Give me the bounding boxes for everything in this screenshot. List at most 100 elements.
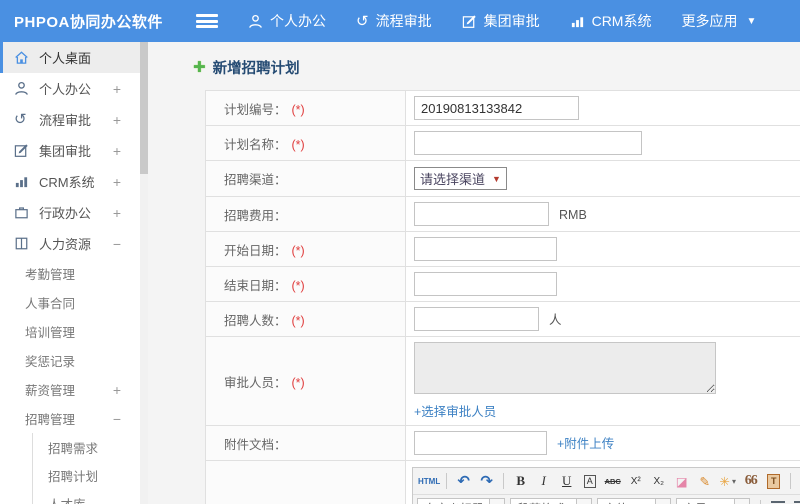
form-row-start-date: 开始日期： (*) xyxy=(205,231,800,267)
sidebar-item-reward-records[interactable]: 奖惩记录 xyxy=(0,346,148,375)
underline-icon[interactable]: U xyxy=(556,471,577,492)
expand-toggle-icon[interactable]: + xyxy=(112,143,122,159)
sidebar-item-salary-mgmt[interactable]: 薪资管理 + xyxy=(0,375,148,404)
form-row-attachment: 附件文档： +附件上传 xyxy=(205,425,800,461)
html-source-button[interactable]: HTML xyxy=(418,471,440,492)
form-row-plan-number: 计划编号： (*) xyxy=(205,90,800,126)
sidebar-item-group-approval[interactable]: 集团审批 + xyxy=(0,135,148,166)
sidebar-item-personal-desktop[interactable]: 个人桌面 xyxy=(0,42,148,73)
field-label xyxy=(205,460,406,504)
sidebar-item-training-mgmt[interactable]: 培训管理 xyxy=(0,317,148,346)
bold-icon[interactable]: B xyxy=(510,471,531,492)
add-icon: ✚ xyxy=(193,59,206,76)
admin-office-icon xyxy=(14,205,31,220)
field-label: 招聘渠道： xyxy=(205,160,406,197)
toolbar-separator xyxy=(446,473,448,489)
eraser-icon[interactable]: ◪ xyxy=(671,471,692,492)
sidebar: 个人桌面 个人办公 + ↺ 流程审批 + 集团审批 + CRM系统 + 行政办公 + 人力资源 − 考勤管理… xyxy=(0,42,148,504)
field-cell: HTML↶↷BIUAABCX²X₂◪✎✳▾66TA▾ab▾▦自定义标题▼段落格式… xyxy=(405,460,800,504)
sidebar-item-process-approval[interactable]: ↺ 流程审批 + xyxy=(0,104,148,135)
align-center-icon[interactable] xyxy=(790,498,800,504)
sidebar-scrollbar[interactable] xyxy=(140,42,148,504)
page-title-text: 新增招聘计划 xyxy=(212,61,300,77)
custom-title-select[interactable]: 自定义标题▼ xyxy=(417,497,505,504)
recruit-cost-input[interactable] xyxy=(414,202,549,226)
field-cell: 请选择渠道 ▼ xyxy=(405,160,800,197)
nav-label: CRM系统 xyxy=(591,13,652,29)
field-cell xyxy=(405,90,800,126)
expand-toggle-icon[interactable]: + xyxy=(112,81,122,97)
select-caret-icon: ▼ xyxy=(576,498,591,504)
sidebar-item-recruit-demand[interactable]: 招聘需求 xyxy=(32,433,148,461)
dropdown-caret-icon: ▾ xyxy=(731,476,736,486)
sidebar-item-personal-office[interactable]: 个人办公 + xyxy=(0,73,148,104)
crm-system-icon xyxy=(14,174,31,189)
blockquote-icon[interactable]: 66 xyxy=(740,471,761,492)
remove-format-icon[interactable]: ✳ ▾ xyxy=(717,471,738,492)
nav-group-approval[interactable]: 集团审批 xyxy=(462,11,540,31)
plan-name-input[interactable] xyxy=(414,131,642,155)
nav-label: 更多应用 xyxy=(681,13,738,29)
sidebar-item-admin-office[interactable]: 行政办公 + xyxy=(0,197,148,228)
font-style-icon[interactable]: A xyxy=(579,471,600,492)
app-brand: PHPOA协同办公软件 xyxy=(14,13,163,31)
unit-label: 人 xyxy=(549,312,562,327)
nav-personal-office-icon xyxy=(248,14,263,29)
superscript-icon[interactable]: X² xyxy=(625,471,646,492)
nav-more-apps[interactable]: 更多应用 ▼ xyxy=(681,11,756,31)
recruit-count-input[interactable] xyxy=(414,307,539,331)
undo-icon[interactable]: ↶ xyxy=(453,471,474,492)
expand-toggle-icon[interactable]: + xyxy=(112,382,122,398)
italic-icon[interactable]: I xyxy=(533,471,554,492)
align-left-icon[interactable] xyxy=(767,498,788,504)
expand-toggle-icon[interactable]: − xyxy=(112,236,122,252)
paste-icon[interactable]: T xyxy=(763,471,784,492)
field-label: 附件文档： xyxy=(205,425,406,461)
form-row-recruit-count: 招聘人数： (*) 人 xyxy=(205,301,800,337)
select-caret-icon: ▼ xyxy=(492,173,501,184)
nav-crm-system[interactable]: CRM系统 xyxy=(570,11,652,31)
attachment-upload-link[interactable]: +附件上传 xyxy=(557,437,614,451)
nav-label: 流程审批 xyxy=(375,13,432,29)
approvers-select-link[interactable]: +选择审批人员 xyxy=(414,405,496,419)
sidebar-item-crm-system[interactable]: CRM系统 + xyxy=(0,166,148,197)
approvers-textarea[interactable] xyxy=(414,342,716,394)
format-brush-icon[interactable]: ✎ xyxy=(694,471,715,492)
form-row-recruit-channel: 招聘渠道： 请选择渠道 ▼ xyxy=(205,160,800,197)
expand-toggle-icon[interactable]: + xyxy=(112,174,122,190)
expand-toggle-icon[interactable]: + xyxy=(112,112,122,128)
plan-number-input[interactable] xyxy=(414,96,579,120)
required-marker: (*) xyxy=(291,313,305,328)
end-date-input[interactable] xyxy=(414,272,557,296)
menu-toggle-icon[interactable] xyxy=(196,14,218,28)
sidebar-scrollbar-thumb[interactable] xyxy=(140,42,148,174)
font-size-select[interactable]: 字号▼ xyxy=(676,497,750,504)
app-header: PHPOA协同办公软件 个人办公 ↺ 流程审批 集团审批 CRM系统 更多应用 ▼ xyxy=(0,0,800,42)
editor-toolbar-row1: HTML↶↷BIUAABCX²X₂◪✎✳▾66TA▾ab▾▦ xyxy=(413,468,800,495)
sidebar-item-attendance-mgmt[interactable]: 考勤管理 xyxy=(0,259,148,288)
sidebar-item-recruit-mgmt[interactable]: 招聘管理 − xyxy=(0,404,148,433)
expand-toggle-icon[interactable]: + xyxy=(112,205,122,221)
nav-process-approval[interactable]: ↺ 流程审批 xyxy=(356,11,432,31)
sidebar-item-talent-pool[interactable]: 人才库 xyxy=(32,489,148,504)
nav-crm-system-icon xyxy=(570,14,585,29)
font-family-select[interactable]: 字体▼ xyxy=(597,497,671,504)
sidebar-item-human-resources[interactable]: 人力资源 − xyxy=(0,228,148,259)
main-content: ✚ 新增招聘计划 计划编号：(*)计划名称：(*)招聘渠道： 请选择渠道▼ 招聘费用… xyxy=(148,42,800,504)
field-label: 计划名称： (*) xyxy=(205,125,406,161)
strikethrough-icon[interactable]: ABC xyxy=(602,471,623,492)
recruit-channel-select[interactable]: 请选择渠道 ▼ xyxy=(414,167,507,190)
attachment-input[interactable] xyxy=(414,431,547,455)
sidebar-item-recruit-plan[interactable]: 招聘计划 xyxy=(32,461,148,489)
expand-toggle-icon[interactable]: − xyxy=(112,411,122,427)
redo-icon[interactable]: ↷ xyxy=(476,471,497,492)
unit-label: RMB xyxy=(559,207,587,222)
start-date-input[interactable] xyxy=(414,237,557,261)
field-cell: +选择审批人员 xyxy=(405,336,800,426)
nav-group-approval-icon xyxy=(462,14,477,29)
nav-label: 个人办公 xyxy=(270,13,326,29)
sidebar-item-hr-contract[interactable]: 人事合同 xyxy=(0,288,148,317)
nav-personal-office[interactable]: 个人办公 xyxy=(248,11,326,31)
subscript-icon[interactable]: X₂ xyxy=(648,471,669,492)
paragraph-format-select[interactable]: 段落格式▼ xyxy=(510,497,592,504)
